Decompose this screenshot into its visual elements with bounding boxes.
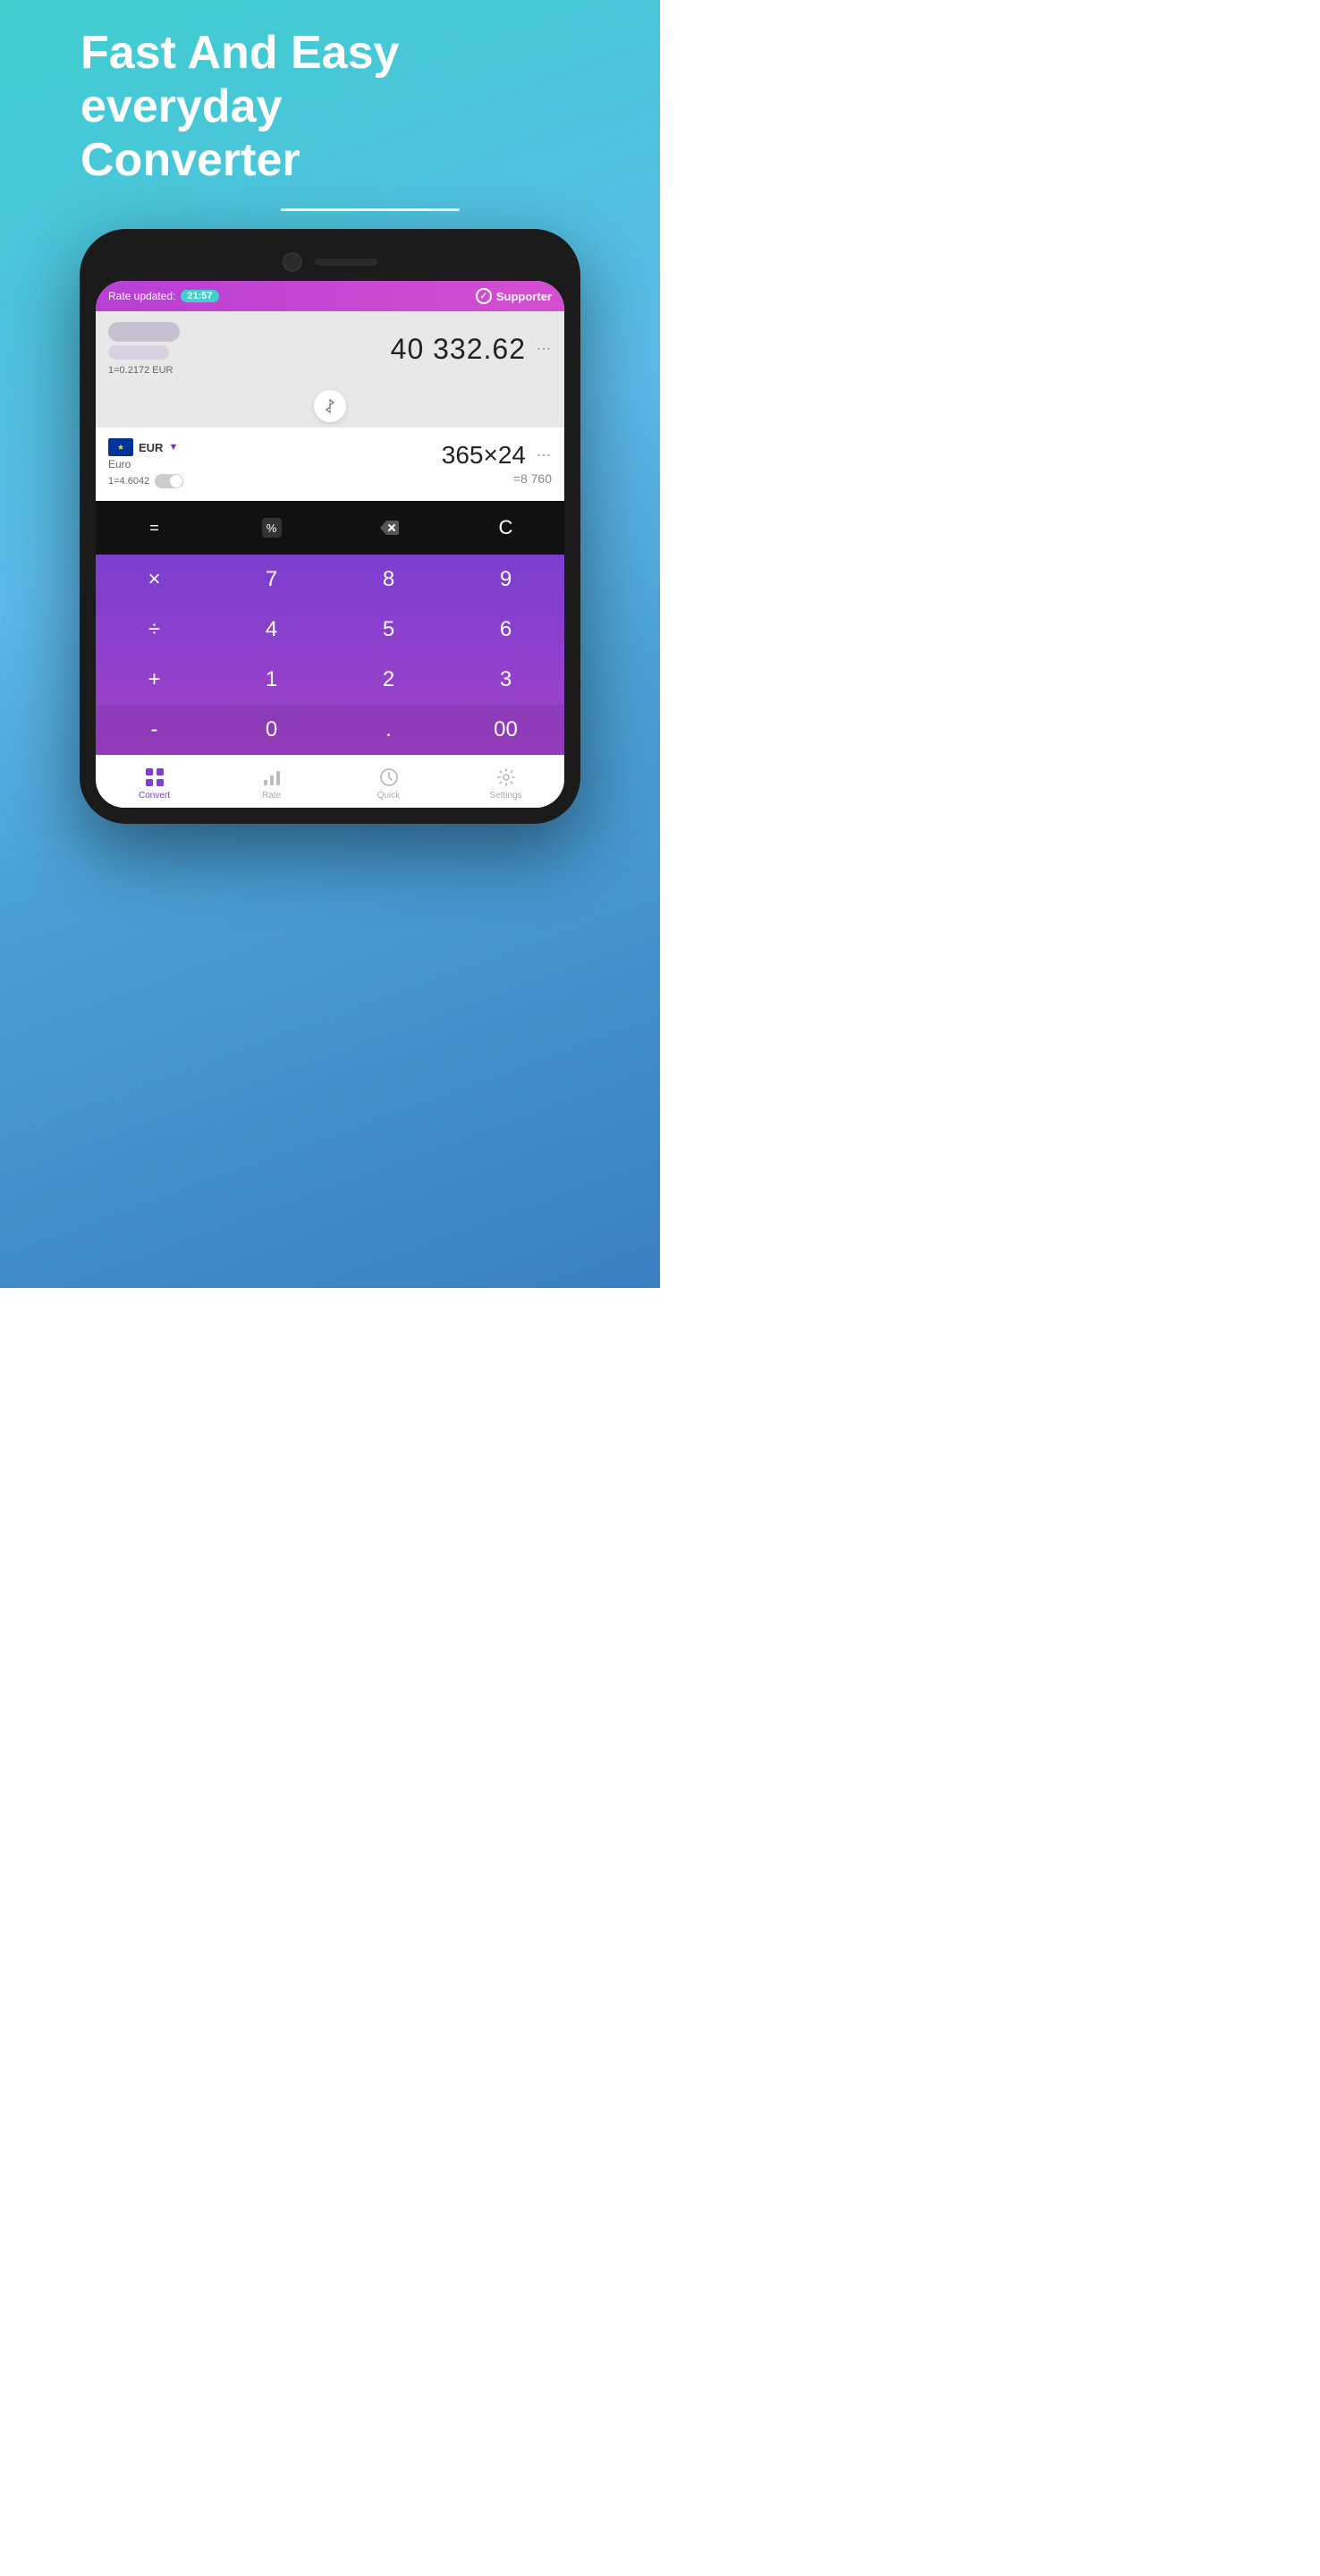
- key-add[interactable]: +: [96, 655, 213, 705]
- nav-item-quick[interactable]: Quick: [330, 763, 447, 804]
- key-decimal[interactable]: .: [330, 705, 447, 755]
- phone-speaker: [315, 258, 377, 266]
- eu-flag-icon: ★: [108, 438, 133, 456]
- currency-2-name: Euro: [108, 458, 183, 470]
- hero-line2: everyday: [80, 80, 283, 132]
- supporter-label: Supporter: [496, 290, 552, 303]
- rate-time-badge: 21:57: [181, 290, 218, 302]
- nav-label-quick: Quick: [377, 791, 401, 801]
- key-subtract[interactable]: -: [96, 705, 213, 755]
- currency-2-rate-row: 1=4.6042: [108, 474, 183, 488]
- key-0[interactable]: 0: [213, 705, 330, 755]
- key-2[interactable]: 2: [330, 655, 447, 705]
- keypad-nums: × 7 8 9 ÷ 4 5 6 + 1 2 3 - 0: [96, 555, 564, 755]
- currency-2-rate: 1=4.6042: [108, 476, 149, 487]
- currency-2-flag-row[interactable]: ★ EUR ▼: [108, 438, 183, 456]
- key-00[interactable]: 00: [447, 705, 564, 755]
- currency-1-value-wrap: 40 332.62 ⋮: [391, 333, 552, 366]
- currency-2-menu-dots[interactable]: ⋮: [535, 448, 552, 463]
- phone-notch: [96, 245, 564, 281]
- key-divide[interactable]: ÷: [96, 605, 213, 655]
- currency-1-rate: 1=0.2172 EUR: [108, 365, 180, 376]
- currency-2-dropdown-arrow[interactable]: ▼: [168, 442, 178, 453]
- quick-icon: [378, 767, 400, 788]
- currency-row-1[interactable]: 1=0.2172 EUR 40 332.62 ⋮: [96, 311, 564, 385]
- key-percent[interactable]: %: [213, 508, 330, 547]
- currency-1-value: 40 332.62: [391, 333, 526, 366]
- swap-button[interactable]: [314, 390, 346, 422]
- currency-row-2[interactable]: ★ EUR ▼ Euro 1=4.6042: [96, 428, 564, 501]
- supporter-badge[interactable]: ✓ Supporter: [476, 288, 552, 304]
- keypad-ops: = % C: [96, 501, 564, 555]
- nav-label-convert: Convert: [139, 791, 170, 801]
- calc-expression: 365×24: [442, 441, 526, 470]
- key-4[interactable]: 4: [213, 605, 330, 655]
- rate-label: Rate updated:: [108, 290, 175, 302]
- currency-1-left: 1=0.2172 EUR: [108, 322, 180, 376]
- currency-2-left: ★ EUR ▼ Euro 1=4.6042: [108, 438, 183, 488]
- rate-updated-row: Rate updated: 21:57: [108, 290, 219, 302]
- calc-result: =8 760: [442, 471, 552, 486]
- background: Fast And Easy everyday Converter Rate up…: [0, 0, 660, 1288]
- currency-2-right: 365×24 ⋮ =8 760: [442, 441, 552, 486]
- convert-icon: [144, 767, 165, 788]
- bottom-nav: Convert Rate: [96, 755, 564, 808]
- currency-2-expression-wrap: 365×24 ⋮: [442, 441, 552, 470]
- key-5[interactable]: 5: [330, 605, 447, 655]
- key-clear[interactable]: C: [447, 508, 564, 547]
- settings-icon: [495, 767, 517, 788]
- key-7[interactable]: 7: [213, 555, 330, 605]
- key-backspace[interactable]: [330, 508, 447, 547]
- currency-2-code: EUR: [139, 441, 163, 454]
- key-9[interactable]: 9: [447, 555, 564, 605]
- key-3[interactable]: 3: [447, 655, 564, 705]
- nav-item-convert[interactable]: Convert: [96, 763, 213, 804]
- nav-label-rate: Rate: [262, 791, 281, 801]
- hero-line3: Converter: [80, 134, 300, 186]
- nav-item-settings[interactable]: Settings: [447, 763, 564, 804]
- nav-item-rate[interactable]: Rate: [213, 763, 330, 804]
- toggle-knob: [170, 475, 182, 487]
- currency-2-toggle[interactable]: [155, 474, 183, 488]
- swap-row: [96, 385, 564, 428]
- key-multiply[interactable]: ×: [96, 555, 213, 605]
- hero-underline: [281, 208, 460, 211]
- currency-1-menu-dots[interactable]: ⋮: [535, 342, 552, 357]
- phone-camera: [283, 252, 302, 272]
- nav-label-settings: Settings: [489, 791, 521, 801]
- key-equals[interactable]: =: [96, 508, 213, 547]
- hero-line1: Fast And Easy: [80, 27, 399, 79]
- key-6[interactable]: 6: [447, 605, 564, 655]
- currency-1-flag-pill2: [108, 345, 169, 360]
- app-header: Rate updated: 21:57 ✓ Supporter: [96, 281, 564, 311]
- key-1[interactable]: 1: [213, 655, 330, 705]
- key-8[interactable]: 8: [330, 555, 447, 605]
- phone-screen: Rate updated: 21:57 ✓ Supporter 1=0.2172…: [96, 281, 564, 808]
- hero-text: Fast And Easy everyday Converter: [0, 0, 660, 205]
- phone-mockup: Rate updated: 21:57 ✓ Supporter 1=0.2172…: [80, 229, 580, 824]
- percent-icon: %: [262, 518, 282, 538]
- rate-icon: [261, 767, 283, 788]
- supporter-check-icon: ✓: [476, 288, 492, 304]
- currency-1-flag-pill: [108, 322, 180, 342]
